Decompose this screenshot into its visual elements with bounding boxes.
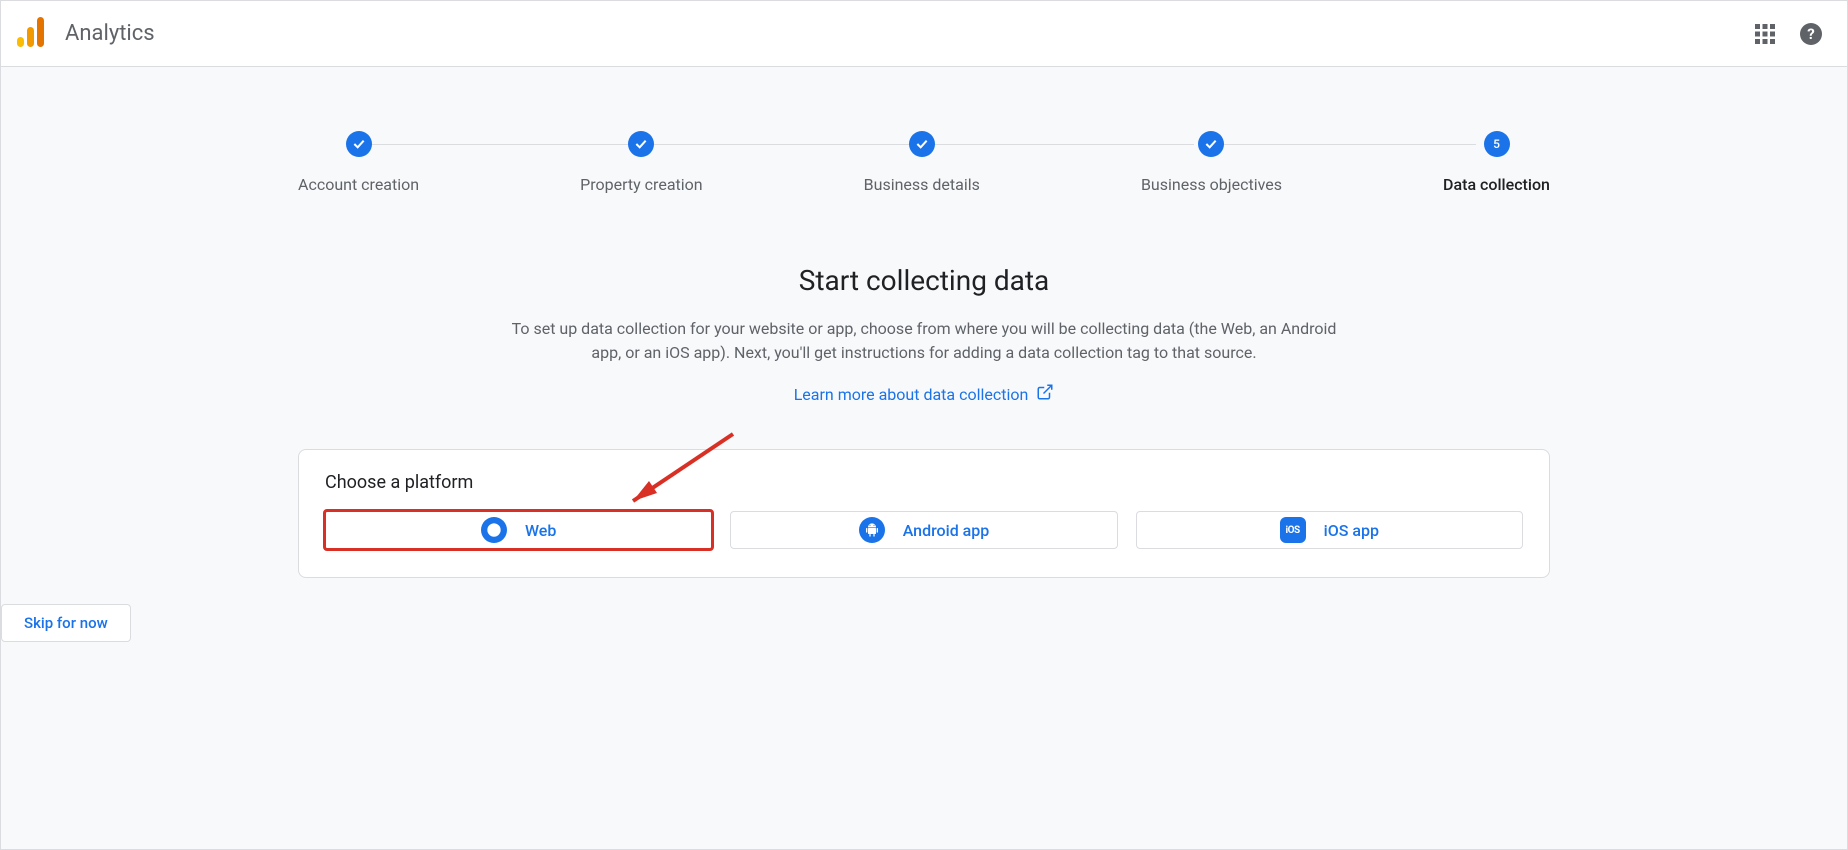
header-actions: ? [1755,22,1831,46]
step-data-collection[interactable]: 5 Data collection [1443,131,1550,194]
learn-more-text: Learn more about data collection [794,385,1029,404]
apps-icon[interactable] [1755,24,1775,44]
check-icon [346,131,372,157]
svg-text:?: ? [1807,25,1814,43]
step-label: Account creation [298,175,419,194]
help-icon[interactable]: ? [1799,22,1823,46]
learn-more-link[interactable]: Learn more about data collection [794,383,1055,405]
step-business-objectives[interactable]: Business objectives [1141,131,1282,194]
step-label: Business details [864,175,980,194]
analytics-logo-icon [17,17,45,51]
step-label: Property creation [580,175,702,194]
platform-card: Choose a platform Web [298,449,1550,578]
platform-label: iOS app [1324,521,1379,540]
globe-icon [481,517,507,543]
platform-label: Web [525,521,556,540]
product-name: Analytics [65,21,155,46]
step-business-details[interactable]: Business details [864,131,980,194]
content: Account creation Property creation Busin… [1,67,1847,642]
check-icon [628,131,654,157]
platform-web-button[interactable]: Web [325,511,712,549]
step-label: Business objectives [1141,175,1282,194]
logo-wrap: Analytics [17,17,155,51]
app-header: Analytics ? [1,1,1847,67]
skip-button[interactable]: Skip for now [1,604,131,642]
step-label: Data collection [1443,175,1550,194]
platform-ios-button[interactable]: iOS iOS app [1136,511,1523,549]
step-property-creation[interactable]: Property creation [580,131,702,194]
check-icon [1198,131,1224,157]
step-account-creation[interactable]: Account creation [298,131,419,194]
ios-icon: iOS [1280,517,1306,543]
platform-label: Android app [903,521,990,540]
external-link-icon [1036,383,1054,405]
page-description: To set up data collection for your websi… [504,317,1344,365]
card-title: Choose a platform [325,472,1523,493]
check-icon [909,131,935,157]
setup-stepper: Account creation Property creation Busin… [298,131,1550,194]
platform-android-button[interactable]: Android app [730,511,1117,549]
page-title: Start collecting data [799,264,1050,297]
step-number-icon: 5 [1484,131,1510,157]
android-icon [859,517,885,543]
